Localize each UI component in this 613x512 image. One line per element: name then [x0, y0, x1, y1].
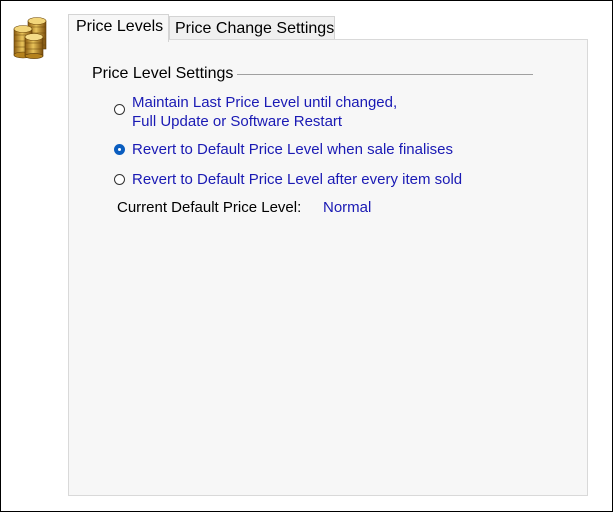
option-1-line-2: Full Update or Software Restart — [132, 113, 343, 130]
option-maintain-last-price-level-label[interactable]: Maintain Last Price Level until changed,… — [132, 93, 397, 131]
settings-window: Price Levels Price Change Settings Price… — [0, 0, 613, 512]
tab-price-levels-label: Price Levels — [76, 18, 164, 35]
tab-price-change-settings-label: Price Change Settings — [175, 20, 335, 37]
current-default-price-level-label: Current Default Price Level: — [117, 199, 302, 216]
gold-coins-icon — [13, 17, 47, 59]
current-default-price-level-value: Normal — [323, 199, 372, 216]
group-divider — [237, 74, 533, 75]
radio-maintain-last-price-level[interactable] — [114, 104, 125, 115]
option-revert-when-sale-finalises-label[interactable]: Revert to Default Price Level when sale … — [132, 140, 453, 159]
price-levels-panel: Price Level Settings Maintain Last Price… — [68, 39, 588, 496]
tab-price-change-settings[interactable]: Price Change Settings — [169, 16, 335, 39]
radio-revert-after-every-item[interactable] — [114, 174, 125, 185]
group-title: Price Level Settings — [92, 65, 234, 82]
option-1-line-1: Maintain Last Price Level until changed, — [132, 94, 398, 111]
tab-price-levels[interactable]: Price Levels — [68, 14, 169, 42]
radio-revert-when-sale-finalises[interactable] — [114, 144, 125, 155]
option-revert-after-every-item-label[interactable]: Revert to Default Price Level after ever… — [132, 170, 462, 189]
